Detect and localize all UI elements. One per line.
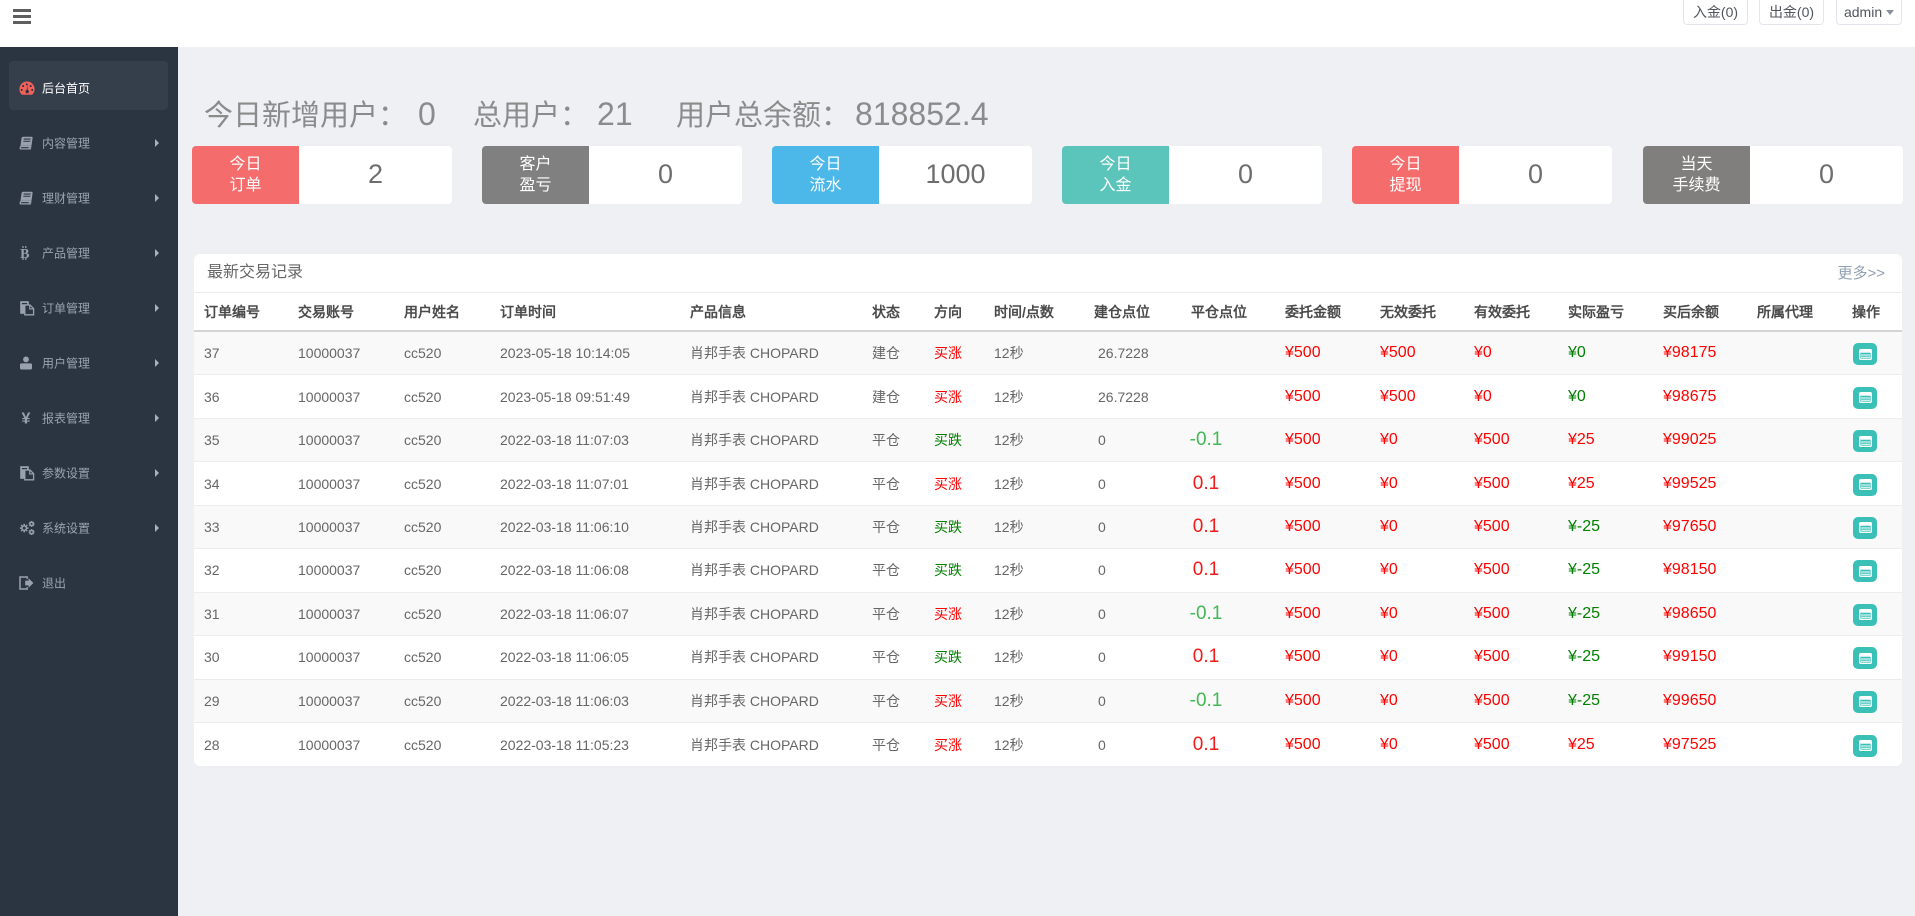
- svg-text:¥: ¥: [22, 411, 31, 426]
- svg-text:B: B: [20, 247, 29, 260]
